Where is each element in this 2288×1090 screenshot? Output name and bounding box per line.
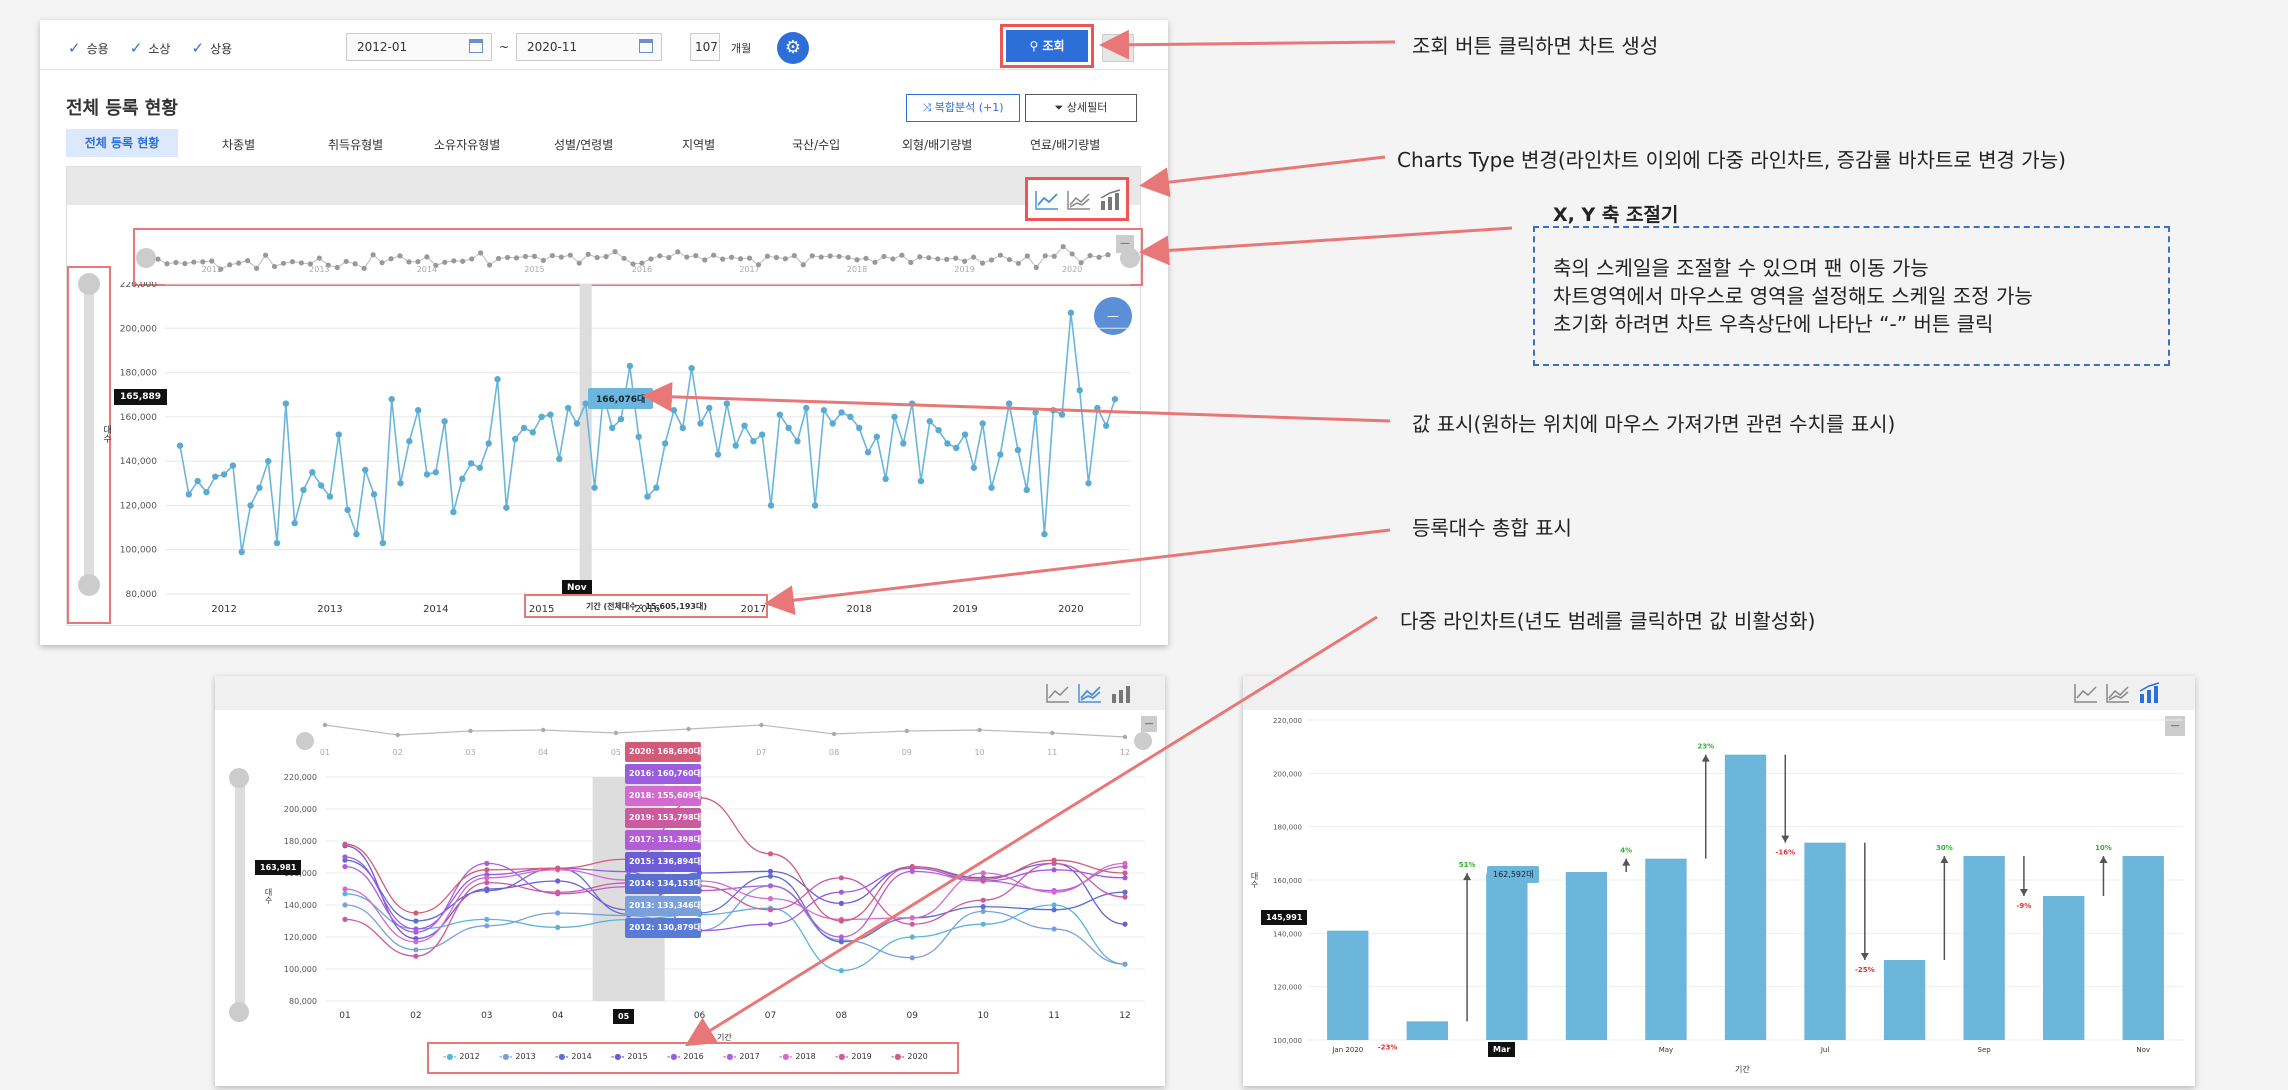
axis-note-box: 축의 스케일을 조절할 수 있으며 팬 이동 가능 차트영역에서 마우스로 영역… (1533, 226, 2170, 366)
arrow-value (642, 381, 1391, 423)
axis-note-line: 축의 스케일을 조절할 수 있으며 팬 이동 가능 (1553, 256, 1929, 280)
arrow-total (764, 528, 1391, 616)
arrow-chart-type (1139, 155, 1386, 198)
search-note: 조회 버튼 클릭하면 차트 생성 (1412, 34, 1659, 58)
value-note: 값 표시(원하는 위치에 마우스 가져가면 관련 수치를 표시) (1412, 412, 1896, 436)
multi-note: 다중 라인차트(년도 범례를 클릭하면 값 비활성화) (1400, 609, 1816, 633)
arrow-axis (1139, 226, 1513, 266)
axis-note-title: X, Y 축 조절기 (1553, 204, 1679, 226)
arrow-search (1099, 29, 1396, 60)
arrow-multi (684, 615, 1378, 1047)
axis-note-line: 차트영역에서 마우스로 영역을 설정해도 스케일 조정 가능 (1553, 284, 2033, 308)
total-note: 등록대수 총합 표시 (1412, 516, 1572, 540)
axis-note-line: 초기화 하려면 차트 우측상단에 나타난 “-” 버튼 클릭 (1553, 312, 1994, 336)
chart-type-note: Charts Type 변경(라인차트 이외에 다중 라인차트, 증감률 바차트… (1397, 148, 2066, 172)
